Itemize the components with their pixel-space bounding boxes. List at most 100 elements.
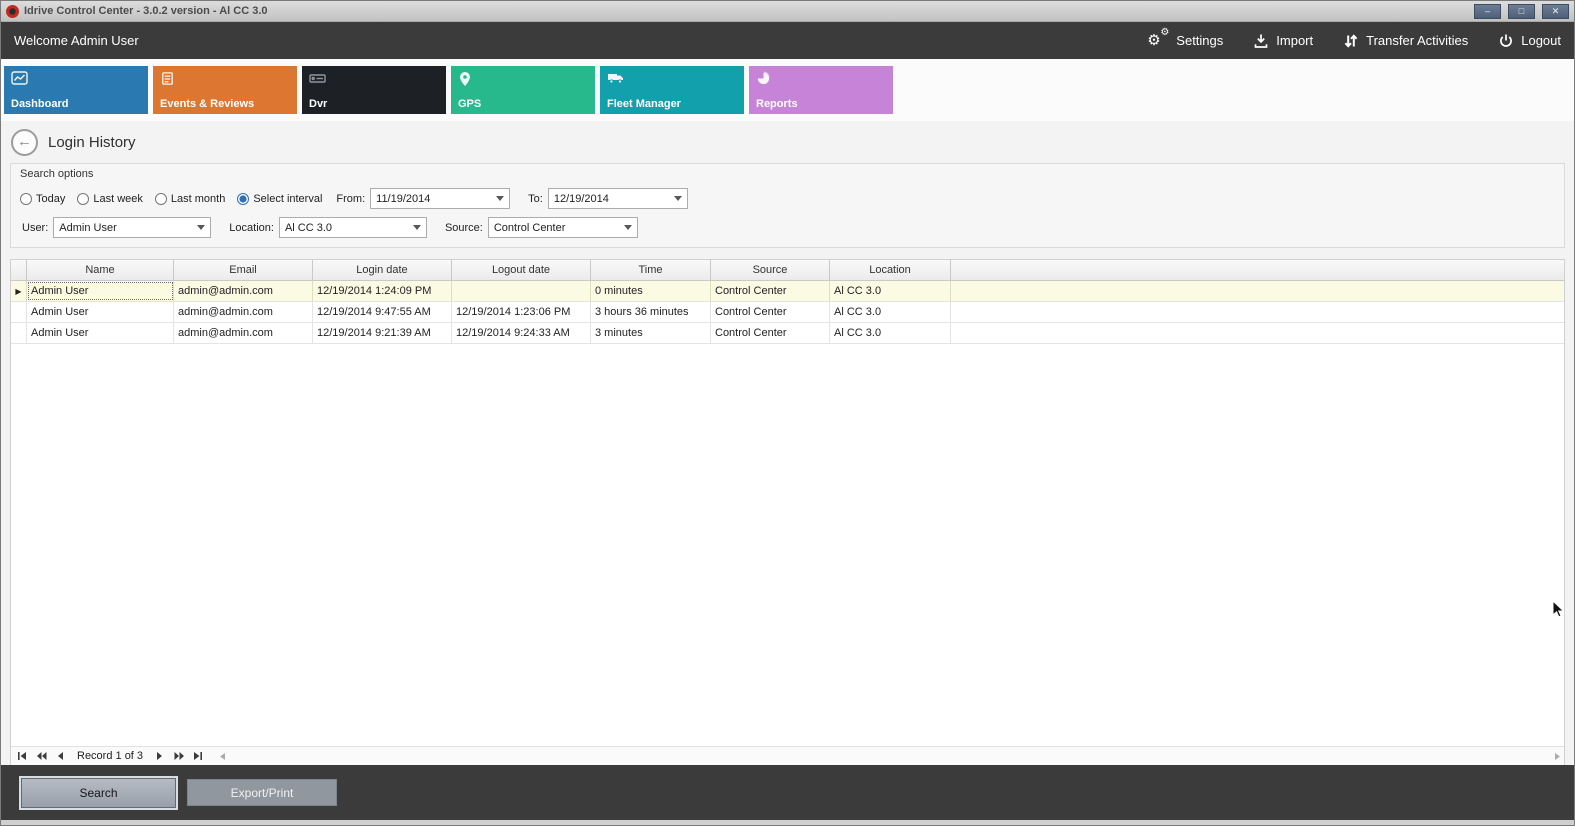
radio-today-input[interactable] [20,193,32,205]
back-arrow-icon: ← [17,133,32,150]
radio-last-month[interactable]: Last month [155,193,225,205]
first-record-icon [17,751,27,761]
table-row[interactable]: Admin User admin@admin.com 12/19/2014 9:… [11,302,1564,323]
cell-location[interactable]: Al CC 3.0 [830,302,951,322]
window-title: Idrive Control Center - 3.0.2 version - … [24,5,1467,17]
scroll-right-button[interactable] [1554,752,1561,761]
radio-last-week-label: Last week [93,193,143,205]
cell-login-date[interactable]: 12/19/2014 9:47:55 AM [313,302,452,322]
to-date-value: 12/19/2014 [554,193,609,205]
cell-logout-date[interactable]: 12/19/2014 1:23:06 PM [452,302,591,322]
next-record-button[interactable] [152,749,168,763]
footer-action-bar: Search Export/Print [1,765,1574,820]
cell-email[interactable]: admin@admin.com [174,302,313,322]
column-header-source[interactable]: Source [711,260,830,280]
settings-button[interactable]: ⚙⚙ Settings [1147,31,1223,50]
table-row[interactable]: Admin User admin@admin.com 12/19/2014 9:… [11,323,1564,344]
source-select[interactable]: Control Center [488,217,638,238]
first-record-button[interactable] [14,749,30,763]
tile-dashboard[interactable]: Dashboard [4,66,148,114]
cell-logout-date[interactable] [452,281,591,301]
dvr-icon [309,71,439,86]
cell-time[interactable]: 3 hours 36 minutes [591,302,711,322]
cell-logout-date[interactable]: 12/19/2014 9:24:33 AM [452,323,591,343]
close-button[interactable]: ✕ [1542,4,1569,19]
radio-select-interval-input[interactable] [237,193,249,205]
radio-last-month-input[interactable] [155,193,167,205]
cell-source[interactable]: Control Center [711,323,830,343]
tile-events-reviews[interactable]: Events & Reviews [153,66,297,114]
cell-time[interactable]: 0 minutes [591,281,711,301]
column-header-name[interactable]: Name [27,260,174,280]
user-select[interactable]: Admin User [53,217,211,238]
login-history-grid: Name Email Login date Logout date Time S… [10,259,1565,765]
welcome-text: Welcome Admin User [14,33,139,48]
cell-location[interactable]: Al CC 3.0 [830,323,951,343]
export-print-button[interactable]: Export/Print [187,779,337,806]
minimize-button[interactable]: – [1474,4,1501,19]
column-header-time[interactable]: Time [591,260,711,280]
cell-email[interactable]: admin@admin.com [174,323,313,343]
transfer-activities-label: Transfer Activities [1366,33,1468,48]
chevron-down-icon [674,196,682,201]
back-button[interactable]: ← [11,129,38,156]
radio-today[interactable]: Today [20,193,65,205]
cell-login-date[interactable]: 12/19/2014 1:24:09 PM [313,281,452,301]
grid-header: Name Email Login date Logout date Time S… [11,260,1564,281]
from-date-select[interactable]: 11/19/2014 [370,188,510,209]
next-page-button[interactable] [171,749,187,763]
tile-dvr[interactable]: Dvr [302,66,446,114]
user-value: Admin User [59,222,116,234]
from-label: From: [336,193,365,205]
tile-gps[interactable]: GPS [451,66,595,114]
search-button[interactable]: Search [21,778,176,808]
last-record-button[interactable] [190,749,206,763]
column-header-login-date[interactable]: Login date [313,260,452,280]
location-select[interactable]: Al CC 3.0 [279,217,427,238]
radio-last-week-input[interactable] [77,193,89,205]
settings-label: Settings [1176,33,1223,48]
column-header-email[interactable]: Email [174,260,313,280]
logout-button[interactable]: Logout [1498,33,1561,49]
prev-page-icon [36,751,47,761]
prev-record-button[interactable] [52,749,68,763]
radio-today-label: Today [36,193,65,205]
transfer-activities-button[interactable]: Transfer Activities [1343,33,1468,49]
tile-reports[interactable]: Reports [749,66,893,114]
cell-email[interactable]: admin@admin.com [174,281,313,301]
cell-name[interactable]: Admin User [27,281,174,301]
import-button[interactable]: Import [1253,33,1313,49]
cell-source[interactable]: Control Center [711,281,830,301]
row-indicator-header [11,260,27,280]
prev-record-icon [55,751,65,761]
search-options-label: Search options [20,168,1555,180]
column-header-logout-date[interactable]: Logout date [452,260,591,280]
tile-fleet-manager[interactable]: Fleet Manager [600,66,744,114]
tile-label: Events & Reviews [160,98,290,110]
minimize-icon: – [1485,6,1490,16]
column-header-location[interactable]: Location [830,260,951,280]
clipboard-icon [160,71,290,86]
location-value: Al CC 3.0 [285,222,332,234]
cell-location[interactable]: Al CC 3.0 [830,281,951,301]
cell-name[interactable]: Admin User [27,302,174,322]
maximize-button[interactable]: □ [1508,4,1535,19]
title-bar: Idrive Control Center - 3.0.2 version - … [1,1,1574,22]
radio-last-week[interactable]: Last week [77,193,143,205]
to-date-select[interactable]: 12/19/2014 [548,188,688,209]
prev-page-button[interactable] [33,749,49,763]
cell-login-date[interactable]: 12/19/2014 9:21:39 AM [313,323,452,343]
from-date-value: 11/19/2014 [376,193,430,205]
cell-time[interactable]: 3 minutes [591,323,711,343]
grid-empty-area [11,344,1564,746]
radio-select-interval[interactable]: Select interval [237,193,322,205]
cell-source[interactable]: Control Center [711,302,830,322]
scroll-right-icon [1554,752,1561,761]
scroll-left-button[interactable] [219,752,226,761]
table-row[interactable]: ▶ Admin User admin@admin.com 12/19/2014 … [11,281,1564,302]
app-window: Idrive Control Center - 3.0.2 version - … [0,0,1575,826]
power-icon [1498,33,1514,49]
cell-name[interactable]: Admin User [27,323,174,343]
horizontal-scrollbar[interactable] [219,747,1561,765]
location-label: Location: [229,222,274,234]
